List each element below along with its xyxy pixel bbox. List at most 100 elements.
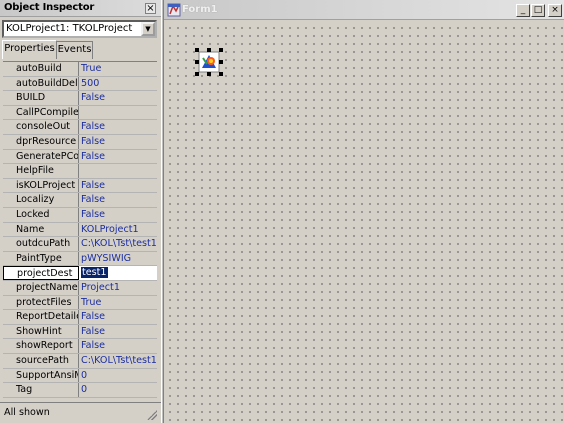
object-inspector-titlebar[interactable]: Object Inspector × xyxy=(0,0,161,17)
delphi-form-icon xyxy=(167,3,181,17)
property-row[interactable]: outdcuPath C:\KOL\Tst\test1\ xyxy=(3,237,157,252)
property-row[interactable]: autoBuild True xyxy=(3,62,157,77)
property-row[interactable]: Tag 0 xyxy=(3,383,157,398)
property-value[interactable]: Project1 xyxy=(79,281,157,295)
property-value-text: True xyxy=(81,296,102,308)
property-value[interactable]: False xyxy=(79,135,157,149)
selection-handle[interactable] xyxy=(207,72,211,76)
property-value[interactable]: False xyxy=(79,91,157,105)
maximize-icon[interactable]: □ xyxy=(531,4,545,17)
property-name: PaintType xyxy=(3,251,79,266)
property-value[interactable]: False xyxy=(79,339,157,353)
property-row[interactable]: projectDest test1 xyxy=(3,266,157,281)
property-value-text: 500 xyxy=(81,77,100,89)
status-text: All shown xyxy=(4,407,50,418)
property-value[interactable]: 0 xyxy=(79,383,157,397)
property-row[interactable]: ShowHint False xyxy=(3,324,157,340)
property-value[interactable]: True xyxy=(79,62,157,76)
form-titlebar[interactable]: Form1 _ □ × xyxy=(164,0,564,20)
resize-grip-icon[interactable] xyxy=(147,410,157,420)
property-row[interactable]: consoleOut False xyxy=(3,120,157,135)
form-design-surface[interactable] xyxy=(164,21,564,423)
property-name: protectFiles xyxy=(3,295,79,310)
property-value[interactable]: True xyxy=(79,296,157,310)
property-value[interactable]: pWYSIWIG xyxy=(79,252,157,266)
property-value-text: False xyxy=(81,121,106,133)
property-value[interactable]: False xyxy=(79,150,157,164)
property-row[interactable]: projectName Project1 xyxy=(3,281,157,296)
property-value-editor[interactable]: test1 xyxy=(79,266,157,280)
property-value[interactable] xyxy=(79,164,157,178)
tab-events[interactable]: Events xyxy=(57,41,93,59)
selection-handle[interactable] xyxy=(195,48,199,52)
property-value[interactable]: False xyxy=(79,193,157,207)
property-name: HelpFile xyxy=(3,164,79,178)
property-value[interactable]: False xyxy=(79,120,157,134)
property-value-text: C:\KOL\Tst\test1\ xyxy=(81,238,157,250)
minimize-icon[interactable]: _ xyxy=(516,4,530,17)
chevron-down-icon[interactable]: ▼ xyxy=(141,22,155,36)
property-name: autoBuild xyxy=(3,62,79,76)
tab-properties[interactable]: Properties xyxy=(2,40,57,59)
property-value-text: False xyxy=(81,92,106,104)
object-selector-value: KOLProject1: TKOLProject xyxy=(6,23,133,34)
selection-handle[interactable] xyxy=(195,60,199,64)
property-row[interactable]: sourcePath C:\KOL\Tst\test1\ xyxy=(3,354,157,369)
property-value-text: False xyxy=(81,325,106,337)
property-row[interactable]: showReport False xyxy=(3,339,157,354)
property-value-text: False xyxy=(81,311,106,323)
property-value[interactable]: 500 xyxy=(79,77,157,91)
property-value-text: 0 xyxy=(81,384,88,396)
property-value[interactable]: KOLProject1 xyxy=(79,223,157,237)
form-designer-window: Form1 _ □ × xyxy=(164,0,564,423)
property-row[interactable]: autoBuildDelay500 xyxy=(3,76,157,92)
property-row[interactable]: Locked False xyxy=(3,208,157,223)
selection-handle[interactable] xyxy=(219,72,223,76)
property-value[interactable]: False xyxy=(79,325,157,339)
property-row[interactable]: isKOLProject False xyxy=(3,178,157,194)
property-name: isKOLProject xyxy=(3,178,79,193)
property-name: projectDest xyxy=(3,266,79,280)
property-row[interactable]: CallPCompiler xyxy=(3,105,157,121)
property-value-text: test1 xyxy=(81,267,108,279)
selection-handle[interactable] xyxy=(219,48,223,52)
property-value-text: False xyxy=(81,194,106,206)
property-row[interactable]: SupportAnsiMn0 xyxy=(3,368,157,384)
property-value[interactable]: 0 xyxy=(79,369,157,383)
property-row[interactable]: BUILD False xyxy=(3,91,157,106)
property-value[interactable]: C:\KOL\Tst\test1\ xyxy=(79,354,157,368)
property-value-text: False xyxy=(81,136,106,147)
object-inspector-window: Object Inspector × KOLProject1: TKOLProj… xyxy=(0,0,161,423)
property-name: outdcuPath xyxy=(3,237,79,251)
kol-project-component[interactable] xyxy=(195,48,223,76)
selection-handle[interactable] xyxy=(195,72,199,76)
property-row[interactable]: ReportDetailedFalse xyxy=(3,310,157,325)
close-icon[interactable]: × xyxy=(548,4,562,17)
property-value[interactable]: False xyxy=(79,179,157,193)
object-selector-combo[interactable]: KOLProject1: TKOLProject ▼ xyxy=(2,20,157,38)
property-value[interactable]: False xyxy=(79,310,157,324)
property-name: Tag xyxy=(3,383,79,397)
property-value-text: True xyxy=(81,63,102,74)
property-name: consoleOut xyxy=(3,120,79,134)
property-name: Name xyxy=(3,222,79,237)
property-row[interactable]: PaintType pWYSIWIG xyxy=(3,251,157,267)
close-icon[interactable]: × xyxy=(145,3,156,14)
selection-handle[interactable] xyxy=(219,60,223,64)
property-row[interactable]: HelpFile xyxy=(3,164,157,179)
property-row[interactable]: protectFiles True xyxy=(3,295,157,311)
property-row[interactable]: GeneratePCodeFalse xyxy=(3,149,157,165)
selection-handle[interactable] xyxy=(207,48,211,52)
property-value-text: False xyxy=(81,209,106,220)
property-row[interactable]: Name KOLProject1 xyxy=(3,222,157,238)
property-value-text: False xyxy=(81,179,106,191)
property-name: BUILD xyxy=(3,91,79,105)
property-name: ShowHint xyxy=(3,324,79,339)
property-name: dprResource xyxy=(3,135,79,149)
property-value-text: 0 xyxy=(81,369,88,381)
property-row[interactable]: dprResource False xyxy=(3,135,157,150)
property-value[interactable] xyxy=(79,106,157,120)
property-row[interactable]: Localizy False xyxy=(3,193,157,208)
property-value[interactable]: False xyxy=(79,208,157,222)
property-value[interactable]: C:\KOL\Tst\test1\ xyxy=(79,237,157,251)
